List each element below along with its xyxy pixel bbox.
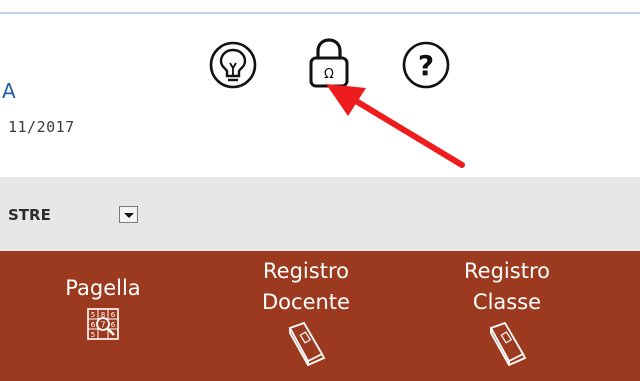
book-icon	[489, 321, 527, 366]
svg-text:?: ?	[418, 49, 434, 82]
svg-text:5: 5	[91, 331, 95, 339]
svg-text:6: 6	[91, 321, 96, 329]
header-title-fragment: A	[2, 79, 16, 103]
date-label: 11/2017	[8, 118, 75, 136]
svg-text:Ω: Ω	[324, 67, 334, 82]
nav-label: Registro Docente	[262, 259, 350, 314]
nav-label: Pagella	[65, 276, 141, 300]
period-dropdown[interactable]	[119, 206, 138, 223]
main-nav: Pagella 5 8 6 6 6 5 7 Registro Docente R…	[0, 251, 640, 381]
svg-text:6: 6	[111, 321, 116, 329]
svg-text:5: 5	[91, 311, 95, 319]
report-card-icon: 5 8 6 6 6 5 7	[87, 308, 119, 340]
top-border	[0, 0, 640, 14]
lightbulb-icon[interactable]	[207, 39, 259, 91]
filter-bar: STRE	[0, 177, 640, 251]
nav-label: Registro Classe	[464, 259, 550, 314]
help-icon[interactable]: ?	[400, 39, 452, 91]
period-label: STRE	[8, 206, 51, 224]
nav-item-pagella[interactable]: Pagella 5 8 6 6 6 5 7	[48, 273, 158, 340]
nav-item-registro-docente[interactable]: Registro Docente	[238, 256, 374, 366]
chevron-down-icon	[124, 213, 134, 218]
lock-icon[interactable]: Ω	[304, 35, 354, 91]
svg-text:7: 7	[100, 321, 105, 330]
nav-item-registro-classe[interactable]: Registro Classe	[447, 256, 567, 366]
svg-text:6: 6	[111, 311, 116, 319]
book-icon	[288, 321, 326, 366]
